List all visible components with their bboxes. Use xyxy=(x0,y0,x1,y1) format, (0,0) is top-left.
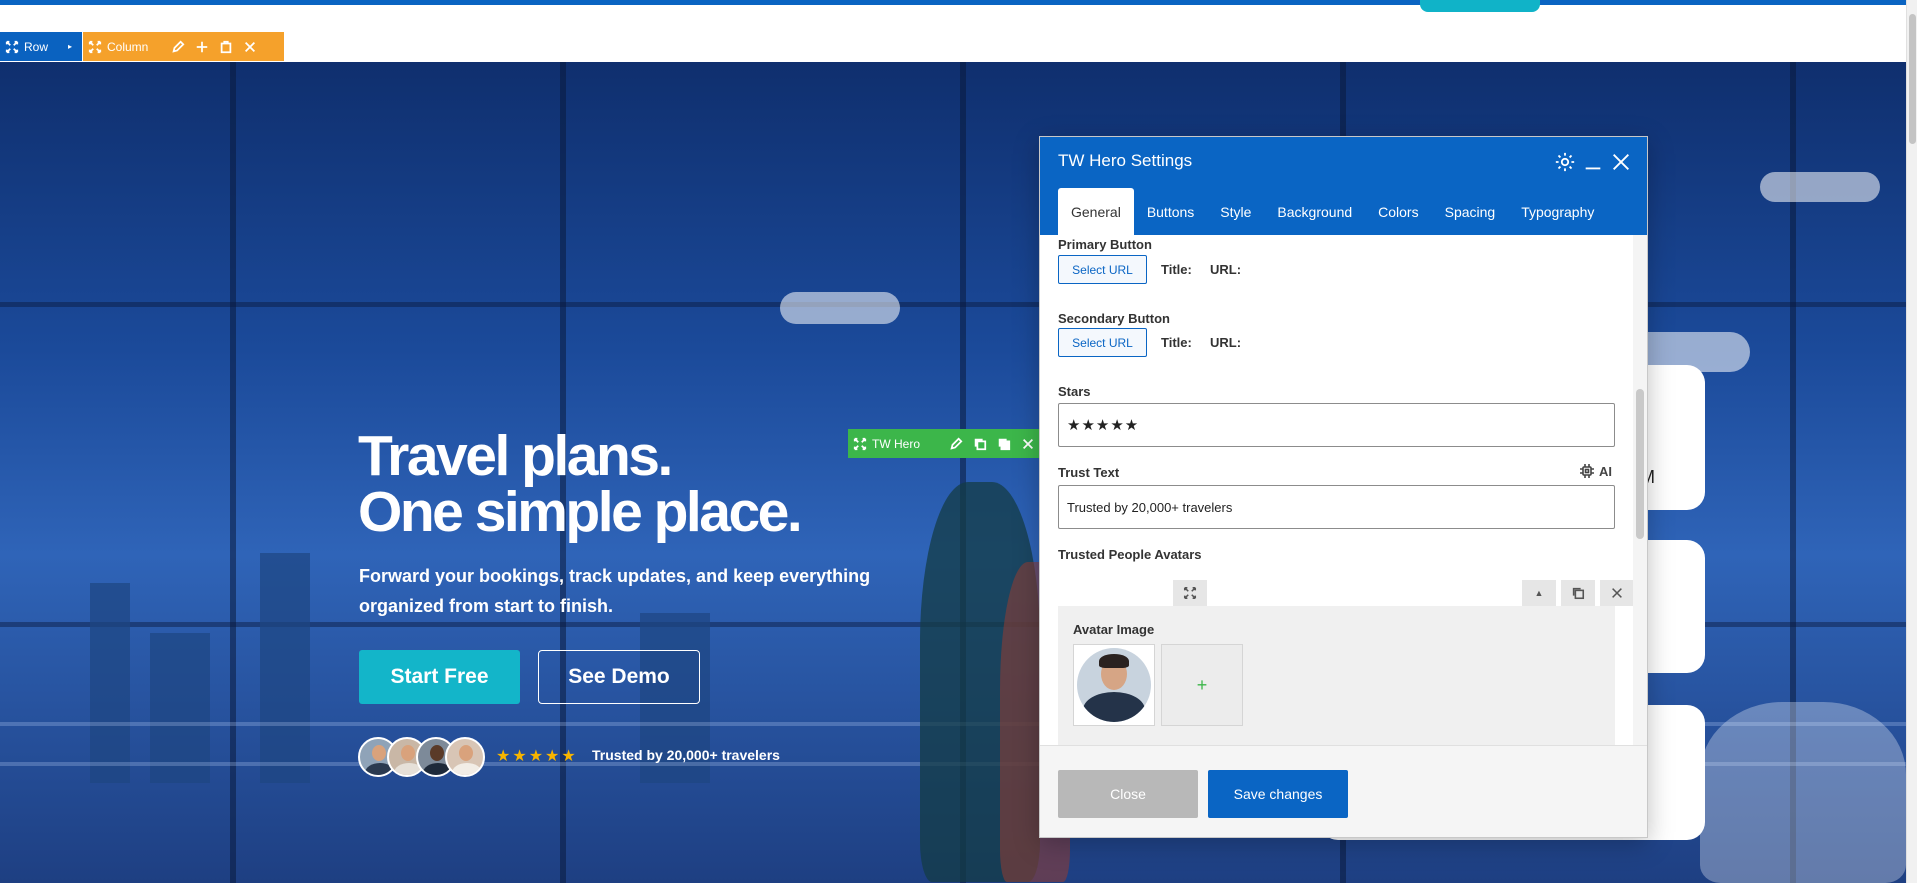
column-toolbar[interactable]: Column xyxy=(83,32,284,61)
dialog-scrollbar[interactable] xyxy=(1633,235,1647,745)
row-toolbar[interactable]: Row ▸ xyxy=(0,32,82,61)
ai-label: AI xyxy=(1599,463,1612,479)
train-illustration xyxy=(1700,702,1906,883)
tab-colors[interactable]: Colors xyxy=(1365,188,1431,235)
remove-icon[interactable] xyxy=(1600,580,1634,606)
close-icon[interactable] xyxy=(1610,151,1632,173)
save-template-icon[interactable] xyxy=(218,39,234,55)
trust-text-label: Trust Text xyxy=(1058,465,1120,480)
gear-icon[interactable] xyxy=(1554,151,1576,173)
duplicate-icon[interactable] xyxy=(1561,580,1595,606)
avatar-repeater-item: Avatar Image + xyxy=(1058,606,1615,745)
city-building xyxy=(260,553,310,783)
dialog-header: TW Hero Settings General Buttons Style B… xyxy=(1040,137,1647,235)
caret-right-icon[interactable]: ▸ xyxy=(62,39,78,55)
save-changes-button[interactable]: Save changes xyxy=(1208,770,1348,818)
duplicate-icon[interactable] xyxy=(972,436,988,452)
header-button[interactable] xyxy=(1420,0,1540,12)
move-icon[interactable] xyxy=(852,436,868,452)
avatar-thumbnail[interactable] xyxy=(1073,644,1155,726)
tab-spacing[interactable]: Spacing xyxy=(1432,188,1509,235)
stars-input[interactable]: ★★★★★ xyxy=(1058,403,1615,447)
city-building xyxy=(150,633,210,783)
cloud xyxy=(1760,172,1880,202)
see-demo-button[interactable]: See Demo xyxy=(538,650,700,704)
hero-title: Travel plans. One simple place. xyxy=(358,424,803,544)
collapse-up-icon[interactable]: ▲ xyxy=(1522,580,1556,606)
avatar-image-label: Avatar Image xyxy=(1073,622,1155,637)
page-scrollbar-thumb[interactable] xyxy=(1909,14,1916,144)
cloud xyxy=(780,292,900,324)
add-icon[interactable] xyxy=(194,39,210,55)
primary-url-label: URL: xyxy=(1210,262,1242,277)
ai-button[interactable]: AI xyxy=(1579,463,1612,479)
primary-button-label: Primary Button xyxy=(1058,237,1152,252)
avatar xyxy=(445,737,485,777)
page-scrollbar[interactable] xyxy=(1906,0,1917,883)
hero-subtitle: Forward your bookings, track updates, an… xyxy=(359,566,871,616)
city-building xyxy=(90,583,130,783)
minimize-icon[interactable] xyxy=(1582,151,1604,173)
page-header-strip xyxy=(0,0,1917,62)
trust-text: Trusted by 20,000+ travelers xyxy=(592,747,780,763)
stars-label: Stars xyxy=(1058,384,1091,399)
tab-general[interactable]: General xyxy=(1058,188,1134,235)
close-icon[interactable] xyxy=(1020,436,1036,452)
move-icon[interactable] xyxy=(87,39,103,55)
primary-title-label: Title: xyxy=(1161,262,1192,277)
settings-tabs: General Buttons Style Background Colors … xyxy=(1058,188,1607,235)
column-label: Column xyxy=(107,39,149,54)
header-accent-line xyxy=(0,0,1906,5)
trusted-avatars xyxy=(358,737,485,777)
module-label: TW Hero xyxy=(872,436,920,451)
avatars-label: Trusted People Avatars xyxy=(1058,547,1202,562)
add-image-button[interactable]: + xyxy=(1161,644,1243,726)
move-icon[interactable] xyxy=(4,39,20,55)
primary-select-url-button[interactable]: Select URL xyxy=(1058,255,1147,284)
start-free-button[interactable]: Start Free xyxy=(359,650,520,704)
tab-background[interactable]: Background xyxy=(1264,188,1365,235)
window-frame xyxy=(230,62,236,883)
module-toolbar[interactable]: TW Hero xyxy=(848,429,1048,458)
secondary-button-label: Secondary Button xyxy=(1058,311,1170,326)
rating-stars: ★★★★★ xyxy=(496,748,578,765)
secondary-select-url-button[interactable]: Select URL xyxy=(1058,328,1147,357)
dialog-title: TW Hero Settings xyxy=(1058,151,1193,170)
trust-text-input[interactable]: Trusted by 20,000+ travelers xyxy=(1058,485,1615,529)
edit-icon[interactable] xyxy=(170,39,186,55)
close-icon[interactable] xyxy=(242,39,258,55)
settings-dialog: TW Hero Settings General Buttons Style B… xyxy=(1039,136,1648,838)
tab-buttons[interactable]: Buttons xyxy=(1134,188,1207,235)
edit-icon[interactable] xyxy=(948,436,964,452)
dialog-footer: Close Save changes xyxy=(1040,745,1647,837)
hero-title-line: One simple place. xyxy=(358,480,803,544)
chip-icon xyxy=(1580,464,1594,478)
expand-icon[interactable] xyxy=(1173,580,1207,606)
dialog-scrollbar-thumb[interactable] xyxy=(1636,389,1644,539)
row-label: Row xyxy=(24,39,49,54)
dialog-body[interactable]: Primary Button Select URL Title: URL: Se… xyxy=(1040,235,1647,745)
tab-typography[interactable]: Typography xyxy=(1508,188,1607,235)
copy-icon[interactable] xyxy=(996,436,1012,452)
hero-title-line: Travel plans. xyxy=(358,424,673,488)
avatar-photo xyxy=(1077,648,1151,722)
secondary-url-label: URL: xyxy=(1210,335,1242,350)
close-button[interactable]: Close xyxy=(1058,770,1198,818)
secondary-title-label: Title: xyxy=(1161,335,1192,350)
tab-style[interactable]: Style xyxy=(1207,188,1264,235)
